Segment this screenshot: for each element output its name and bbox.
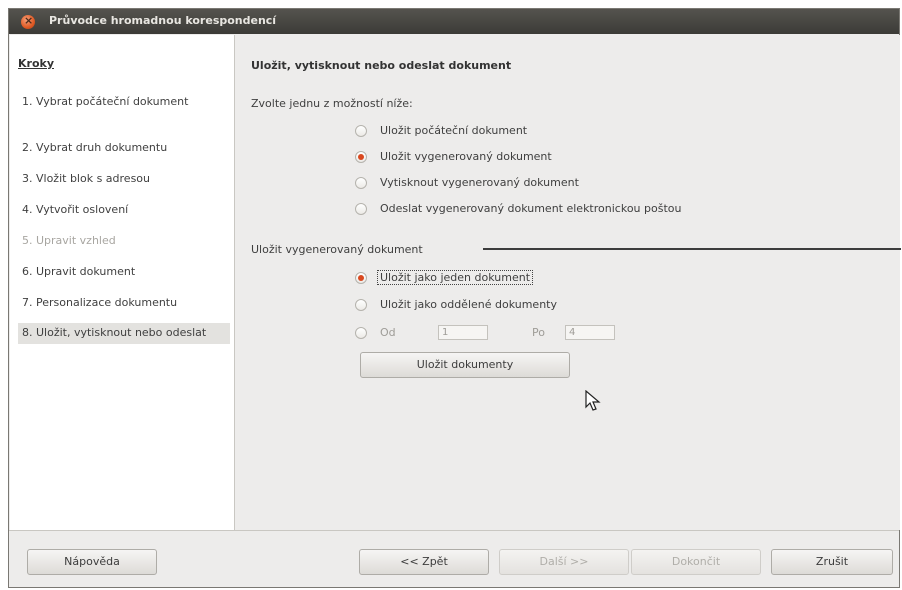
radio-button[interactable] bbox=[355, 327, 367, 339]
next-button[interactable]: Další >> bbox=[499, 549, 629, 575]
step-6[interactable]: 6. Upravit dokument bbox=[18, 265, 228, 279]
options-prompt: Zvolte jednu z možností níže: bbox=[251, 97, 413, 110]
option-label: Odeslat vygenerovaný dokument elektronic… bbox=[380, 202, 682, 215]
option-label: Uložit jako jeden dokument bbox=[377, 270, 534, 285]
to-input[interactable]: 4 bbox=[565, 325, 615, 340]
footer-divider bbox=[9, 530, 899, 531]
to-label: Po bbox=[532, 326, 545, 339]
close-icon[interactable]: × bbox=[21, 14, 35, 29]
steps-sidebar: Kroky 1. Vybrat počáteční dokument 2. Vy… bbox=[10, 35, 235, 530]
radio-button-checked[interactable] bbox=[355, 272, 367, 284]
save-documents-button[interactable]: Uložit dokumenty bbox=[360, 352, 570, 378]
help-button[interactable]: Nápověda bbox=[27, 549, 157, 575]
step-8[interactable]: 8. Uložit, vytisknout nebo odeslat bbox=[18, 323, 230, 344]
from-input[interactable]: 1 bbox=[438, 325, 488, 340]
step-3[interactable]: 3. Vložit blok s adresou bbox=[18, 172, 228, 186]
section-label: Uložit vygenerovaný dokument bbox=[251, 243, 423, 256]
cancel-button[interactable]: Zrušit bbox=[771, 549, 893, 575]
titlebar: × Průvodce hromadnou korespondencí bbox=[9, 9, 899, 34]
radio-button[interactable] bbox=[355, 177, 367, 189]
section-divider bbox=[483, 248, 901, 250]
step-1[interactable]: 1. Vybrat počáteční dokument bbox=[18, 95, 228, 109]
step-2[interactable]: 2. Vybrat druh dokumentu bbox=[18, 141, 228, 155]
radio-button[interactable] bbox=[355, 203, 367, 215]
page-title: Uložit, vytisknout nebo odeslat dokument bbox=[251, 59, 512, 72]
option-label-wrap: Uložit jako jeden dokument bbox=[377, 270, 534, 286]
radio-button[interactable] bbox=[355, 125, 367, 137]
mouse-pointer-icon bbox=[585, 390, 601, 411]
option-label: Uložit vygenerovaný dokument bbox=[380, 150, 552, 163]
content-pane: Uložit, vytisknout nebo odeslat dokument… bbox=[235, 35, 901, 530]
back-button[interactable]: << Zpět bbox=[359, 549, 489, 575]
option-label: Vytisknout vygenerovaný dokument bbox=[380, 176, 579, 189]
mail-merge-wizard-window: × Průvodce hromadnou korespondencí Kroky… bbox=[8, 8, 901, 588]
step-7[interactable]: 7. Personalizace dokumentu bbox=[18, 296, 228, 310]
from-label: Od bbox=[380, 326, 396, 339]
option-label: Uložit jako oddělené dokumenty bbox=[380, 298, 557, 311]
option-label: Uložit počáteční dokument bbox=[380, 124, 528, 137]
radio-button[interactable] bbox=[355, 299, 367, 311]
step-5: 5. Upravit vzhled bbox=[22, 234, 116, 247]
radio-button-checked[interactable] bbox=[355, 151, 367, 163]
steps-title: Kroky bbox=[18, 57, 54, 70]
window-title: Průvodce hromadnou korespondencí bbox=[49, 14, 277, 27]
finish-button[interactable]: Dokončit bbox=[631, 549, 761, 575]
step-4[interactable]: 4. Vytvořit oslovení bbox=[18, 203, 228, 217]
